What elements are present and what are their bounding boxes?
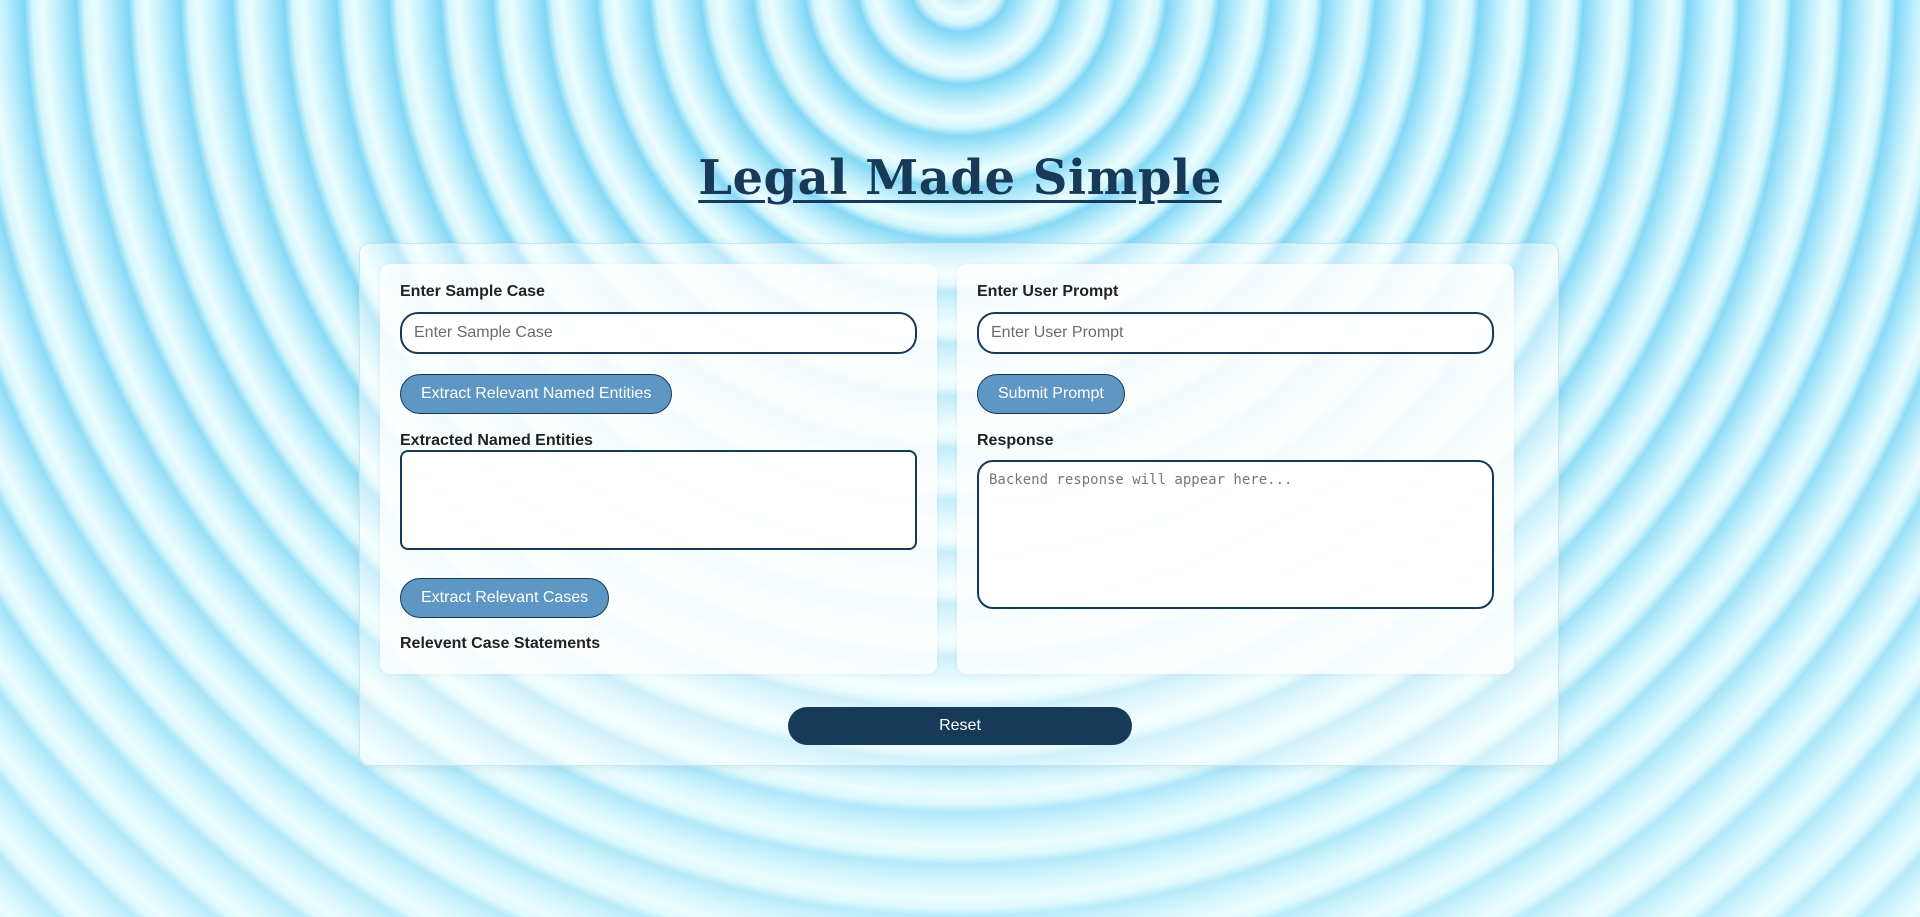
user-prompt-label: Enter User Prompt bbox=[977, 283, 1119, 300]
extracted-entities-label: Extracted Named Entities bbox=[400, 432, 593, 449]
response-textarea[interactable] bbox=[977, 460, 1494, 609]
extract-entities-button[interactable]: Extract Relevant Named Entities bbox=[400, 374, 673, 414]
main-card: Enter Sample Case Extract Relevant Named… bbox=[359, 243, 1559, 766]
reset-button[interactable]: Reset bbox=[788, 707, 1132, 745]
response-label: Response bbox=[977, 432, 1054, 449]
submit-prompt-button[interactable]: Submit Prompt bbox=[977, 374, 1125, 414]
page-title: Legal Made Simple bbox=[698, 150, 1222, 206]
case-statements-label: Relevent Case Statements bbox=[400, 635, 601, 652]
extracted-entities-textarea[interactable] bbox=[400, 450, 917, 550]
extract-cases-button[interactable]: Extract Relevant Cases bbox=[400, 578, 610, 618]
user-prompt-panel: Enter User Prompt Submit Prompt Response bbox=[957, 264, 1514, 674]
sample-case-input[interactable] bbox=[400, 312, 917, 354]
user-prompt-input[interactable] bbox=[977, 312, 1494, 354]
sample-case-label: Enter Sample Case bbox=[400, 283, 545, 300]
sample-case-panel: Enter Sample Case Extract Relevant Named… bbox=[380, 264, 937, 674]
